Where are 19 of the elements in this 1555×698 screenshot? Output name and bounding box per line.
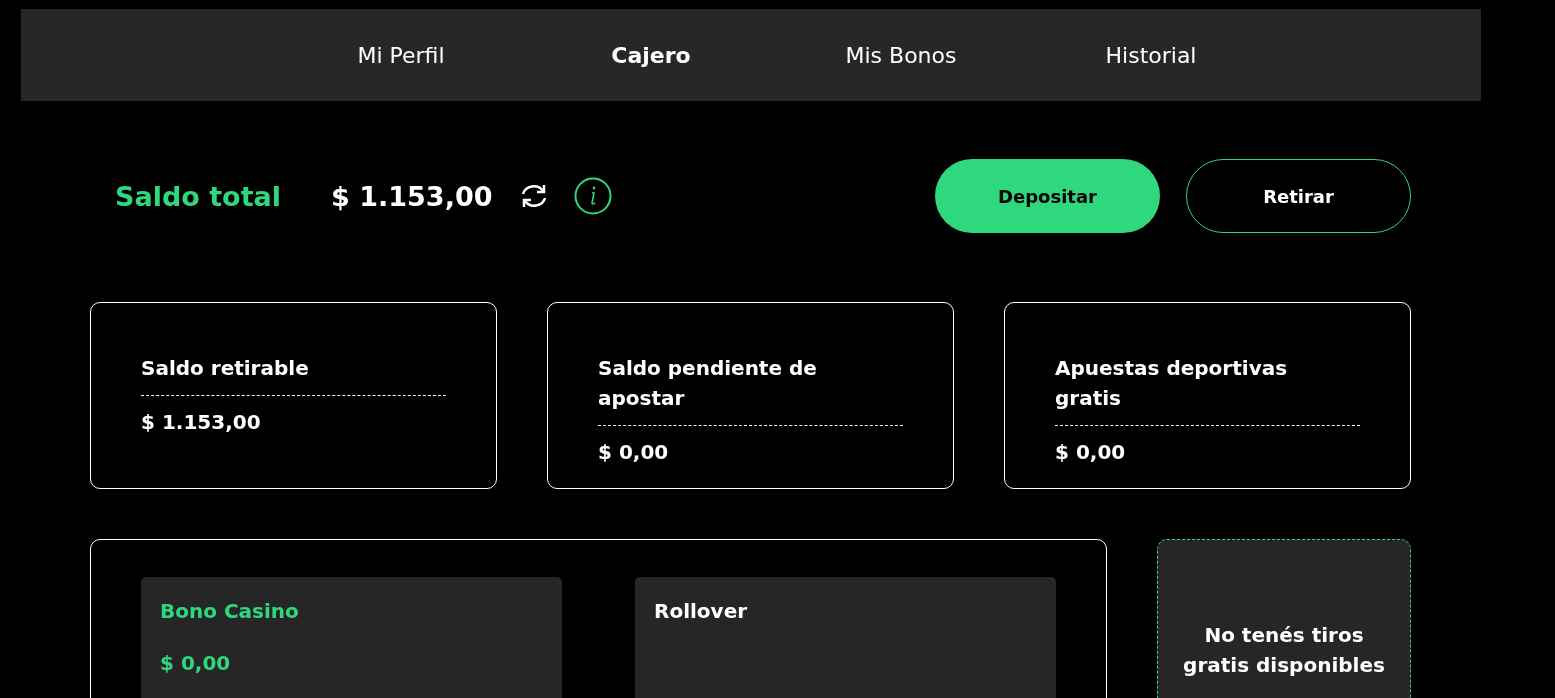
info-icon[interactable] xyxy=(574,177,613,215)
tab[interactable]: Mis Bonos xyxy=(776,42,1026,68)
withdraw-button[interactable]: Retirar xyxy=(1186,159,1411,233)
tab[interactable]: Historial xyxy=(1026,42,1276,68)
tile-amount: $ 0,00 xyxy=(160,651,232,675)
deposit-button[interactable]: Depositar xyxy=(935,159,1160,233)
card-label: Saldo pendiente de apostar xyxy=(598,353,903,426)
balance-amount: $ 1.153,00 xyxy=(331,180,493,212)
card-amount: $ 0,00 xyxy=(598,440,670,464)
tab[interactable]: Mi Perfil xyxy=(276,42,526,68)
card-amount: $ 0,00 xyxy=(1055,440,1127,464)
balance-label: Saldo total xyxy=(115,180,282,212)
empty-message: No tenés tiros gratis disponibles xyxy=(1182,622,1386,679)
card-label: Apuestas deportivas gratis xyxy=(1055,353,1360,426)
card-label: Saldo retirable xyxy=(141,353,446,396)
tile-title: Rollover xyxy=(654,599,749,623)
tile-title: Bono Casino xyxy=(160,599,300,623)
tab[interactable]: Cajero xyxy=(526,42,776,68)
card-amount: $ 1.153,00 xyxy=(141,410,262,434)
